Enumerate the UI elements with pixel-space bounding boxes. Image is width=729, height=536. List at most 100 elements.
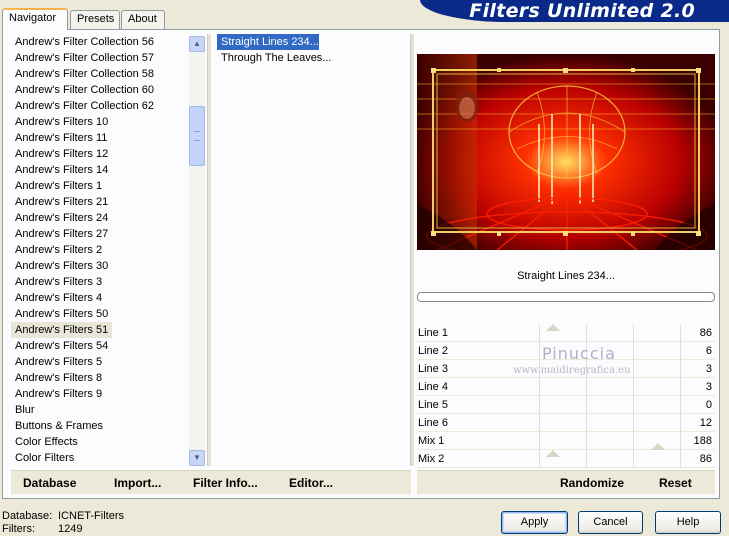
tab-navigator[interactable]: Navigator bbox=[2, 8, 68, 30]
filter-row: Straight Lines 234... bbox=[217, 34, 407, 50]
category-item[interactable]: Andrew's Filters 51 bbox=[11, 322, 113, 338]
category-item[interactable]: Color Filters bbox=[11, 450, 189, 466]
category-item[interactable]: Andrew's Filters 10 bbox=[11, 114, 189, 130]
param-slider[interactable] bbox=[493, 324, 687, 342]
param-row[interactable]: Line 5 0 bbox=[417, 396, 715, 414]
category-item[interactable]: Andrew's Filters 30 bbox=[11, 258, 189, 274]
category-item[interactable]: Andrew's Filters 5 bbox=[11, 354, 189, 370]
progress-bar bbox=[417, 292, 715, 302]
chevron-down-icon: ▼ bbox=[193, 453, 201, 462]
category-item[interactable]: Andrew's Filters 12 bbox=[11, 146, 189, 162]
param-row[interactable]: Line 6 12 bbox=[417, 414, 715, 432]
param-label: Line 6 bbox=[418, 417, 448, 429]
category-scrollbar[interactable]: ▲ ▼ bbox=[189, 36, 205, 466]
param-row[interactable]: Mix 1 188 bbox=[417, 432, 715, 450]
selected-filter-name: Straight Lines 234... bbox=[517, 270, 615, 282]
param-value: 86 bbox=[699, 453, 712, 465]
chevron-up-icon: ▲ bbox=[193, 39, 201, 48]
filter-list[interactable]: Straight Lines 234... Through The Leaves.… bbox=[217, 34, 407, 66]
category-item[interactable]: Andrew's Filters 8 bbox=[11, 370, 189, 386]
param-value: 12 bbox=[699, 417, 712, 429]
slider-thumb[interactable] bbox=[546, 450, 561, 457]
cancel-button[interactable]: Cancel bbox=[578, 511, 643, 534]
param-value: 0 bbox=[705, 399, 712, 411]
panel-divider bbox=[410, 34, 415, 466]
param-slider[interactable] bbox=[493, 450, 687, 468]
category-item[interactable]: Andrew's Filter Collection 57 bbox=[11, 50, 189, 66]
editor-button[interactable]: Editor... bbox=[289, 476, 333, 490]
category-item[interactable]: Andrew's Filters 11 bbox=[11, 130, 189, 146]
category-item[interactable]: Andrew's Filters 4 bbox=[11, 290, 189, 306]
navigator-toolbar: Database Import... Filter Info... Editor… bbox=[11, 470, 411, 494]
param-label: Line 1 bbox=[418, 327, 448, 339]
param-label: Line 2 bbox=[418, 345, 448, 357]
category-item[interactable]: Buttons & Frames bbox=[11, 418, 189, 434]
category-item[interactable]: Andrew's Filters 24 bbox=[11, 210, 189, 226]
filter-row: Through The Leaves... bbox=[217, 50, 407, 66]
tab-presets[interactable]: Presets bbox=[70, 10, 120, 30]
param-label: Mix 1 bbox=[418, 435, 445, 447]
preview-artwork bbox=[417, 54, 715, 250]
database-button[interactable]: Database bbox=[23, 476, 76, 490]
param-slider[interactable] bbox=[493, 414, 687, 432]
category-item[interactable]: Blur bbox=[11, 402, 189, 418]
watermark-name: Pinuccia bbox=[542, 344, 616, 363]
status-filters-value: 1249 bbox=[58, 523, 83, 535]
tab-about[interactable]: About bbox=[121, 10, 165, 30]
param-value: 188 bbox=[693, 435, 712, 447]
category-item[interactable]: Andrew's Filters 21 bbox=[11, 194, 189, 210]
category-item[interactable]: Andrew's Filter Collection 58 bbox=[11, 66, 189, 82]
filter-item[interactable]: Straight Lines 234... bbox=[217, 34, 319, 50]
category-item[interactable]: Andrew's Filter Collection 62 bbox=[11, 98, 189, 114]
category-item[interactable]: Color Effects bbox=[11, 434, 189, 450]
param-label: Line 3 bbox=[418, 363, 448, 375]
filter-info-button[interactable]: Filter Info... bbox=[193, 476, 258, 490]
slider-thumb[interactable] bbox=[546, 324, 561, 331]
param-value: 86 bbox=[699, 327, 712, 339]
watermark-url: www.maidiregrafica.eu bbox=[513, 365, 631, 376]
scroll-up-button[interactable]: ▲ bbox=[189, 36, 205, 52]
category-item[interactable]: Andrew's Filters 1 bbox=[11, 178, 189, 194]
category-item[interactable]: Andrew's Filters 9 bbox=[11, 386, 189, 402]
category-item[interactable]: Andrew's Filters 27 bbox=[11, 226, 189, 242]
scroll-thumb[interactable] bbox=[189, 106, 205, 166]
category-item[interactable]: Andrew's Filter Collection 56 bbox=[11, 34, 189, 50]
category-item[interactable]: Andrew's Filters 54 bbox=[11, 338, 189, 354]
status-database-value: ICNET-Filters bbox=[58, 510, 124, 522]
param-value: 3 bbox=[705, 363, 712, 375]
category-item[interactable]: Andrew's Filters 2 bbox=[11, 242, 189, 258]
apply-button[interactable]: Apply bbox=[501, 511, 568, 534]
reset-button[interactable]: Reset bbox=[659, 476, 692, 490]
filter-preview-image bbox=[417, 54, 715, 250]
param-label: Mix 2 bbox=[418, 453, 445, 465]
param-row[interactable]: Mix 2 86 bbox=[417, 450, 715, 468]
category-item[interactable]: Andrew's Filters 14 bbox=[11, 162, 189, 178]
param-value: 6 bbox=[705, 345, 712, 357]
randomize-button[interactable]: Randomize bbox=[560, 476, 624, 490]
navigator-panel: Andrew's Filter Collection 56 Andrew's Fi… bbox=[2, 29, 720, 499]
slider-thumb[interactable] bbox=[650, 443, 665, 450]
param-slider[interactable] bbox=[493, 432, 687, 450]
app-brand-banner: Filters Unlimited 2.0 bbox=[420, 0, 729, 22]
filter-item[interactable]: Through The Leaves... bbox=[217, 50, 331, 66]
param-label: Line 4 bbox=[418, 381, 448, 393]
import-button[interactable]: Import... bbox=[114, 476, 161, 490]
parameter-sliders: Line 1 86 Line 2 6 Line 3 3 Line 4 3 Line 5 0 Line… bbox=[417, 324, 715, 468]
preset-toolbar: Randomize Reset bbox=[417, 470, 715, 494]
param-slider[interactable] bbox=[493, 378, 687, 396]
param-value: 3 bbox=[705, 381, 712, 393]
category-item[interactable]: Andrew's Filters 50 bbox=[11, 306, 189, 322]
param-slider[interactable] bbox=[493, 396, 687, 414]
status-database-label: Database: bbox=[2, 510, 53, 522]
app-title: Filters Unlimited 2.0 bbox=[469, 0, 695, 22]
param-row[interactable]: Line 1 86 bbox=[417, 324, 715, 342]
help-button[interactable]: Help bbox=[655, 511, 721, 534]
param-row[interactable]: Line 4 3 bbox=[417, 378, 715, 396]
param-label: Line 5 bbox=[418, 399, 448, 411]
scroll-down-button[interactable]: ▼ bbox=[189, 450, 205, 466]
list-divider bbox=[207, 34, 212, 466]
category-list[interactable]: Andrew's Filter Collection 56 Andrew's Fi… bbox=[11, 34, 189, 466]
category-item[interactable]: Andrew's Filters 3 bbox=[11, 274, 189, 290]
status-filters-label: Filters: bbox=[2, 523, 35, 535]
category-item[interactable]: Andrew's Filter Collection 60 bbox=[11, 82, 189, 98]
